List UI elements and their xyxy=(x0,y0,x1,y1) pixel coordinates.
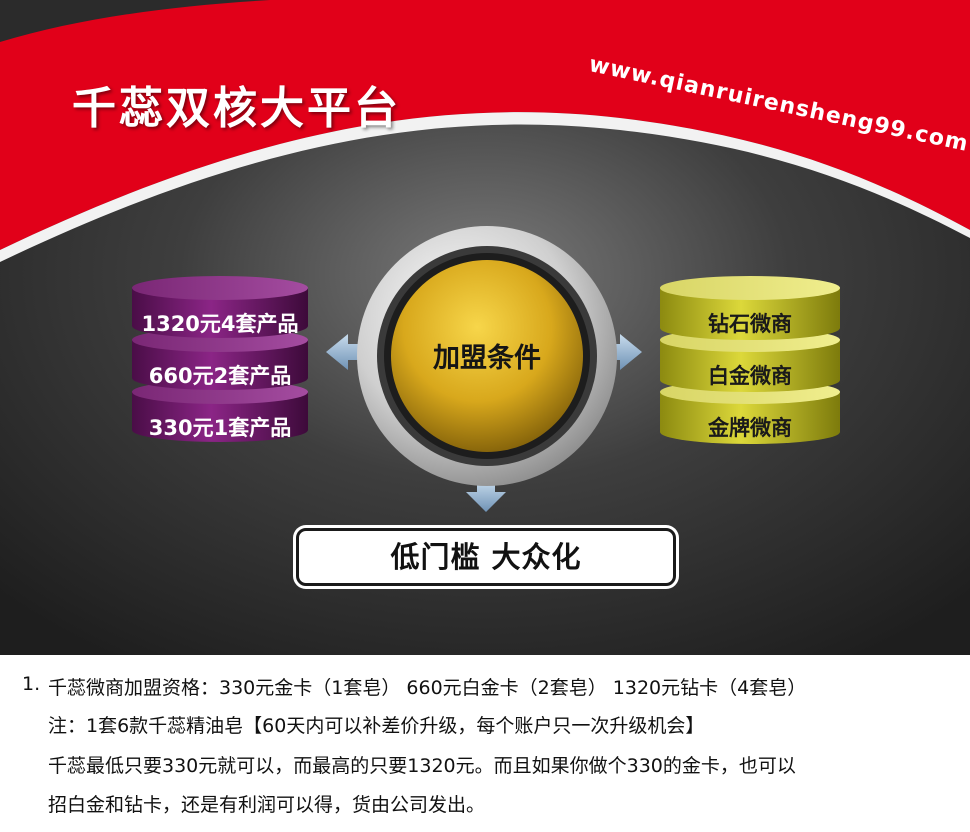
right-option-2: 白金微商 xyxy=(708,364,792,388)
note-line-4: 招白金和钻卡，还是有利润可以得，货由公司发出。 xyxy=(48,794,486,816)
note-line-3: 千蕊最低只要330元就可以，而最高的只要1320元。而且如果你做个330的金卡，… xyxy=(48,755,796,777)
left-option-3: 330元1套产品 xyxy=(148,416,292,440)
banner-title: 千蕊双核大平台 xyxy=(72,83,401,134)
right-option-3: 金牌微商 xyxy=(708,416,792,440)
center-label: 加盟条件 xyxy=(433,343,541,374)
bottom-slogan-box: 低门槛 大众化 xyxy=(296,528,676,586)
note-line-1: 千蕊微商加盟资格：330元金卡（1套皂） 660元白金卡（2套皂） 1320元钻… xyxy=(48,677,807,699)
note-line-2: 注：1套6款千蕊精油皂【60天内可以补差价升级，每个账户只一次升级机会】 xyxy=(48,715,705,737)
notes-section: 1. 千蕊微商加盟资格：330元金卡（1套皂） 660元白金卡（2套皂） 132… xyxy=(0,655,970,832)
right-option-1: 钻石微商 xyxy=(708,312,792,336)
list-number: 1. xyxy=(22,673,41,695)
left-option-1: 1320元4套产品 xyxy=(141,312,299,336)
left-option-2: 660元2套产品 xyxy=(148,364,292,388)
banner-graphic: 千蕊双核大平台 www.qianruirensheng99.com 1320元4… xyxy=(0,0,970,655)
